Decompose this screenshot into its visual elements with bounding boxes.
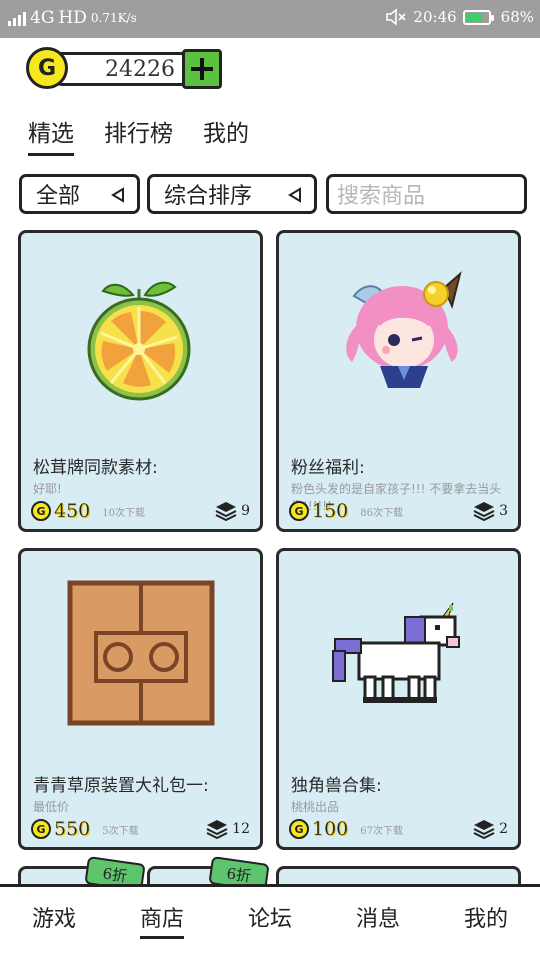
category-dropdown[interactable]: 全部 — [19, 174, 140, 214]
status-bar: 4G HD 0.71K/s 20:46 68% — [0, 0, 540, 38]
coin-icon: G — [289, 501, 309, 521]
card-price: 100 — [312, 818, 349, 840]
lemon-slice-icon — [21, 233, 260, 438]
network-label: 4G — [30, 8, 55, 28]
battery-label: 68% — [500, 8, 534, 26]
tab-mine[interactable]: 我的 — [203, 114, 249, 154]
card-footer: G 450 10次下载 9 — [31, 499, 250, 523]
product-card[interactable]: 独角兽合集: 桃桃出品 G 100 67次下载 2 — [276, 548, 521, 850]
card-price: 550 — [54, 818, 91, 840]
card-title: 青青草原装置大礼包一: — [33, 776, 209, 796]
nav-mine[interactable]: 我的 — [464, 901, 508, 937]
layers-count: 9 — [214, 501, 250, 521]
add-coins-button[interactable] — [182, 49, 222, 89]
coin-icon: G — [26, 47, 68, 89]
mute-icon — [386, 8, 406, 26]
product-card[interactable]: 粉丝福利: 粉色头发的是自家孩子!!! 不要拿去当头像!!!!!! G 150 … — [276, 230, 521, 532]
nav-games[interactable]: 游戏 — [32, 901, 76, 937]
time-label: 20:46 — [413, 8, 457, 26]
card-footer: G 100 67次下载 2 — [289, 817, 508, 841]
card-footer: G 550 5次下载 12 — [31, 817, 250, 841]
nav-store[interactable]: 商店 — [139, 901, 185, 939]
coin-icon: G — [31, 819, 51, 839]
layers-count: 2 — [472, 819, 508, 839]
layers-icon — [215, 502, 237, 521]
triangle-left-icon — [288, 187, 301, 203]
card-description: 桃桃出品 — [291, 800, 340, 814]
card-price: 450 — [54, 500, 91, 522]
pink-hair-girl-icon — [279, 233, 518, 438]
card-price: 150 — [312, 500, 349, 522]
card-downloads: 67次下载 — [360, 825, 403, 837]
speed-label: 0.71K/s — [90, 11, 137, 25]
card-downloads: 5次下载 — [102, 825, 139, 837]
unicorn-icon — [279, 551, 518, 756]
battery-icon — [462, 9, 494, 25]
layers-icon — [473, 820, 495, 839]
card-description: 最低价 — [33, 800, 70, 814]
product-card[interactable]: 松茸牌同款素材: 好耶! G 450 10次下载 9 — [18, 230, 263, 532]
sort-dropdown[interactable]: 综合排序 — [147, 174, 317, 214]
layers-count-value: 2 — [499, 821, 508, 837]
card-downloads: 86次下载 — [360, 507, 403, 519]
layers-count-value: 3 — [499, 503, 508, 519]
layers-count-value: 9 — [241, 503, 250, 519]
category-label: 全部 — [36, 184, 81, 209]
signal-icon — [8, 10, 26, 26]
status-left: 4G HD 0.71K/s — [8, 8, 137, 28]
tab-featured[interactable]: 精选 — [28, 114, 74, 156]
top-tabs: 精选 排行榜 我的 — [28, 114, 249, 156]
search-input[interactable]: 搜索商品 — [326, 174, 527, 214]
layers-count: 12 — [205, 819, 250, 839]
coin-icon: G — [31, 501, 51, 521]
sort-label: 综合排序 — [164, 184, 253, 209]
hd-label: HD — [58, 8, 87, 28]
layers-count-value: 12 — [232, 821, 250, 837]
coin-icon: G — [289, 819, 309, 839]
card-downloads: 10次下载 — [102, 507, 145, 519]
nav-forum[interactable]: 论坛 — [248, 901, 292, 937]
nav-messages[interactable]: 消息 — [356, 901, 400, 937]
card-title: 独角兽合集: — [291, 776, 382, 796]
card-footer: G 150 86次下载 3 — [289, 499, 508, 523]
card-title: 松茸牌同款素材: — [33, 458, 158, 478]
tab-ranking[interactable]: 排行榜 — [104, 114, 173, 154]
plus-icon — [191, 58, 213, 80]
wooden-panel-icon — [21, 551, 260, 756]
status-right: 20:46 68% — [385, 8, 534, 26]
triangle-left-icon — [111, 187, 124, 203]
product-card[interactable]: 青青草原装置大礼包一: 最低价 G 550 5次下载 12 — [18, 548, 263, 850]
layers-icon — [473, 502, 495, 521]
card-description: 好耶! — [33, 482, 62, 496]
layers-icon — [206, 820, 228, 839]
card-title: 粉丝福利: — [291, 458, 365, 478]
search-placeholder: 搜索商品 — [337, 184, 426, 209]
bottom-nav: 游戏 商店 论坛 消息 我的 — [0, 884, 540, 960]
layers-count: 3 — [472, 501, 508, 521]
